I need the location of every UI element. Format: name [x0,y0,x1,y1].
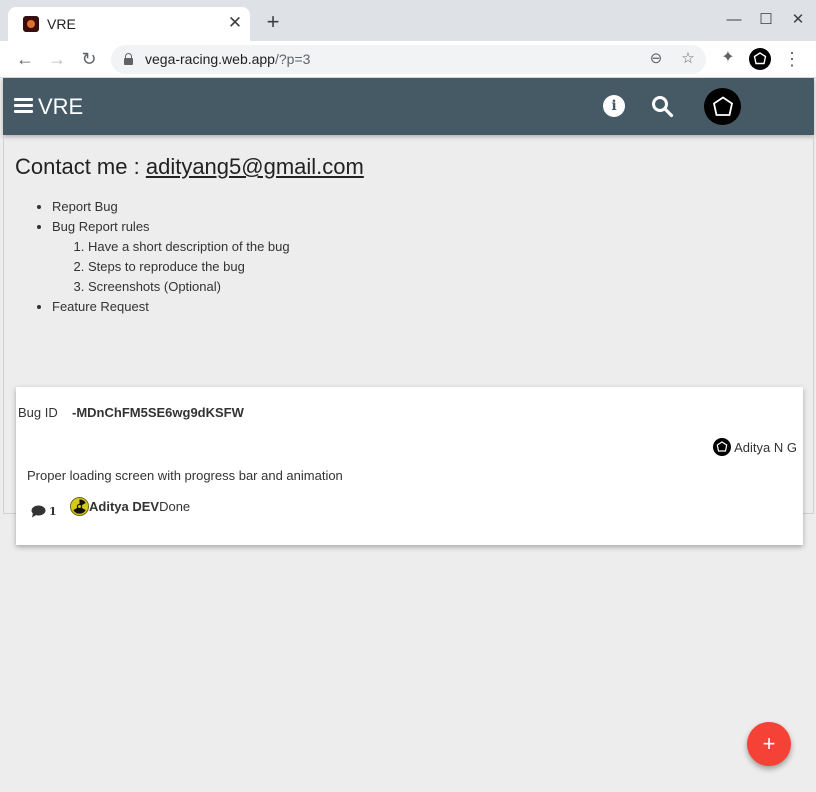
bug-card[interactable]: Bug ID -MDnChFM5SE6wg9dKSFW Aditya N G P… [16,387,803,545]
contact-email-link[interactable]: adityang5@gmail.com [146,154,364,179]
browser-menu-icon[interactable]: ⋮ [782,47,802,71]
browser-tab[interactable]: VRE ✕ [8,7,250,41]
rule-item: Have a short description of the bug [88,237,290,257]
url-text[interactable]: vega-racing.web.app/?p=3 [145,51,310,67]
comment-icon [31,505,46,518]
comment-count: 1 [49,505,57,518]
forward-button[interactable]: → [45,47,69,71]
list-item-label: Bug Report rules [52,219,150,234]
lock-icon[interactable] [124,53,133,65]
info-icon[interactable]: i [603,95,625,117]
search-icon[interactable] [650,94,674,118]
contact-label: Contact me : [15,154,146,179]
tab-close-icon[interactable]: ✕ [227,14,243,32]
bug-id-value: -MDnChFM5SE6wg9dKSFW [72,405,244,420]
menu-list: Report Bug Bug Report rules Have a short… [52,197,290,317]
profile-avatar[interactable] [749,48,771,70]
list-item-feature-request[interactable]: Feature Request [52,297,290,317]
rules-list: Have a short description of the bug Step… [88,237,290,297]
browser-toolbar: ← → ↻ vega-racing.web.app/?p=3 ⊖ ☆ ✦ ⋮ [0,41,816,78]
bug-description: Proper loading screen with progress bar … [27,468,343,483]
back-button[interactable]: ← [13,47,37,71]
browser-tabstrip: VRE ✕ + — ☐ ✕ [0,0,816,41]
bug-id-label: Bug ID [18,405,58,420]
rule-item: Steps to reproduce the bug [88,257,290,277]
url-path: /?p=3 [274,51,311,67]
maximize-button[interactable]: ☐ [755,9,777,31]
new-tab-button[interactable]: + [262,11,284,33]
tab-title: VRE [47,16,76,32]
reporter-avatar-icon [713,438,732,456]
radiation-icon [70,497,89,516]
address-bar[interactable]: vega-racing.web.app/?p=3 ⊖ ☆ [111,45,706,74]
app-title: VRE [38,94,84,119]
bug-reporter: Aditya N G [713,438,797,456]
list-item-bug-report-rules[interactable]: Bug Report rules Have a short descriptio… [52,217,290,297]
main-content: Contact me : adityang5@gmail.com Report … [3,135,814,545]
list-item-report-bug[interactable]: Report Bug [52,197,290,217]
app-frame: VRE i Contact me : adityang5@gmail.com R… [3,78,814,792]
extensions-icon[interactable]: ✦ [718,48,738,68]
contact-heading: Contact me : adityang5@gmail.com [15,154,364,180]
add-fab-button[interactable]: + [747,722,791,766]
zoom-icon[interactable]: ⊖ [646,49,666,69]
user-avatar[interactable] [704,88,741,125]
favicon-icon [23,16,39,32]
reload-button[interactable]: ↻ [77,47,101,71]
bug-assignee: Aditya DEV Done [70,497,190,516]
minimize-button[interactable]: — [723,9,745,31]
hamburger-menu-icon[interactable] [14,98,33,114]
close-window-button[interactable]: ✕ [787,9,809,31]
url-host: vega-racing.web.app [145,51,275,67]
comment-counter[interactable]: 1 [31,505,57,518]
reporter-name: Aditya N G [734,439,797,455]
assignee-name: Aditya DEV [89,499,160,514]
polygon-logo-icon [753,52,767,65]
bookmark-star-icon[interactable]: ☆ [678,49,698,69]
rule-item: Screenshots (Optional) [88,277,290,297]
polygon-logo-icon [712,95,733,116]
app-bar: VRE i [3,78,814,135]
bug-status: Done [159,499,191,514]
